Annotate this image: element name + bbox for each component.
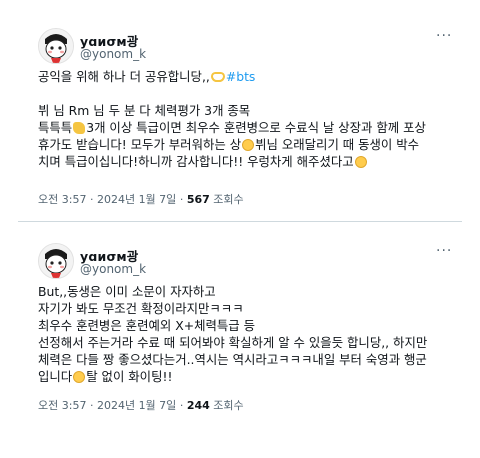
avatar[interactable] [38,28,74,64]
laughing-face-icon [354,156,367,168]
tweet-date[interactable]: 2024년 1월 7일 [97,399,176,412]
thumbs-up-icon [73,122,86,134]
user-handle[interactable]: @yonom_k [80,262,146,276]
view-count: 567 [186,193,210,206]
tweet-line: 자기가 봐도 무조건 확정이라지만ㅋㅋㅋ [38,301,244,316]
tweet-line: But,,동생은 이미 소문이 자자하고 [38,284,216,299]
view-count-label: 조회수 [213,399,244,412]
tweet-line: 치며 특급이십니다!하니까 감사합니다!! 우렁차게 해주셨다고 [38,153,458,170]
tweet-line: 입니다 탈 없이 화이팅!! [38,369,173,384]
tweet-line: 뷔 님 Rm 님 두 분 다 체력평가 3개 종목 [38,103,251,118]
avatar-character-icon [39,29,73,63]
view-count: 244 [186,399,210,412]
yellow-heart-hands-icon [210,72,225,82]
tweet-line: 특특특 3개 이상 특급이면 최우수 훈련병으로 수료식 날 상장과 함께 포상 [38,120,426,135]
tweet-meta: 오전 3:57 · 2024년 1월 7일 · 244 조회수 [38,399,244,412]
tweet-text: But,,동생은 이미 소문이 자자하고 자기가 봐도 무조건 확정이라지만ㅋㅋ… [38,283,458,385]
tweet-time[interactable]: 오전 3:57 [38,399,86,412]
divider [18,221,462,222]
avatar[interactable] [38,243,74,279]
tweet-time[interactable]: 오전 3:57 [38,193,86,206]
smiling-face-icon [242,139,255,151]
tweet-2: yɑиσм광 @yonom_k ··· But,,동생은 이미 소문이 자자하고… [0,240,480,458]
tweet-line: 공익을 위해 하나 더 공유합니당,, #bts [38,69,256,84]
view-count-label: 조회수 [213,193,244,206]
tweet-line: 최우수 훈련병은 훈련예외 X+체력특급 등 [38,318,256,333]
more-options-icon[interactable]: ··· [436,29,454,45]
hashtag-link[interactable]: #bts [226,69,256,84]
avatar-character-icon [39,244,73,278]
more-options-icon[interactable]: ··· [436,244,454,260]
tweet-line: 선정해서 주는거라 수료 때 되어봐야 확실하게 알 수 있을듯 합니당,, 하… [38,335,428,350]
tweet-line: 체력은 다들 짱 좋으셨다는거..역시는 역시라고ㅋㅋㅋ내일 부터 숙영과 행군 [38,352,427,367]
tweet-text: 공익을 위해 하나 더 공유합니당,, #bts 뷔 님 Rm 님 두 분 다 체… [38,68,458,170]
tweet-1: yɑиσм광 @yonom_k ··· 공익을 위해 하나 더 공유합니당,, #… [0,0,480,218]
tweet-meta: 오전 3:57 · 2024년 1월 7일 · 567 조회수 [38,193,244,206]
tweet-line: 휴가도 받습니다! 모두가 부러워하는 상 뷔님 오래달리기 때 동생이 박수 [38,137,420,152]
smiling-face-icon [73,371,86,383]
tweet-date[interactable]: 2024년 1월 7일 [97,193,176,206]
user-handle[interactable]: @yonom_k [80,47,146,61]
